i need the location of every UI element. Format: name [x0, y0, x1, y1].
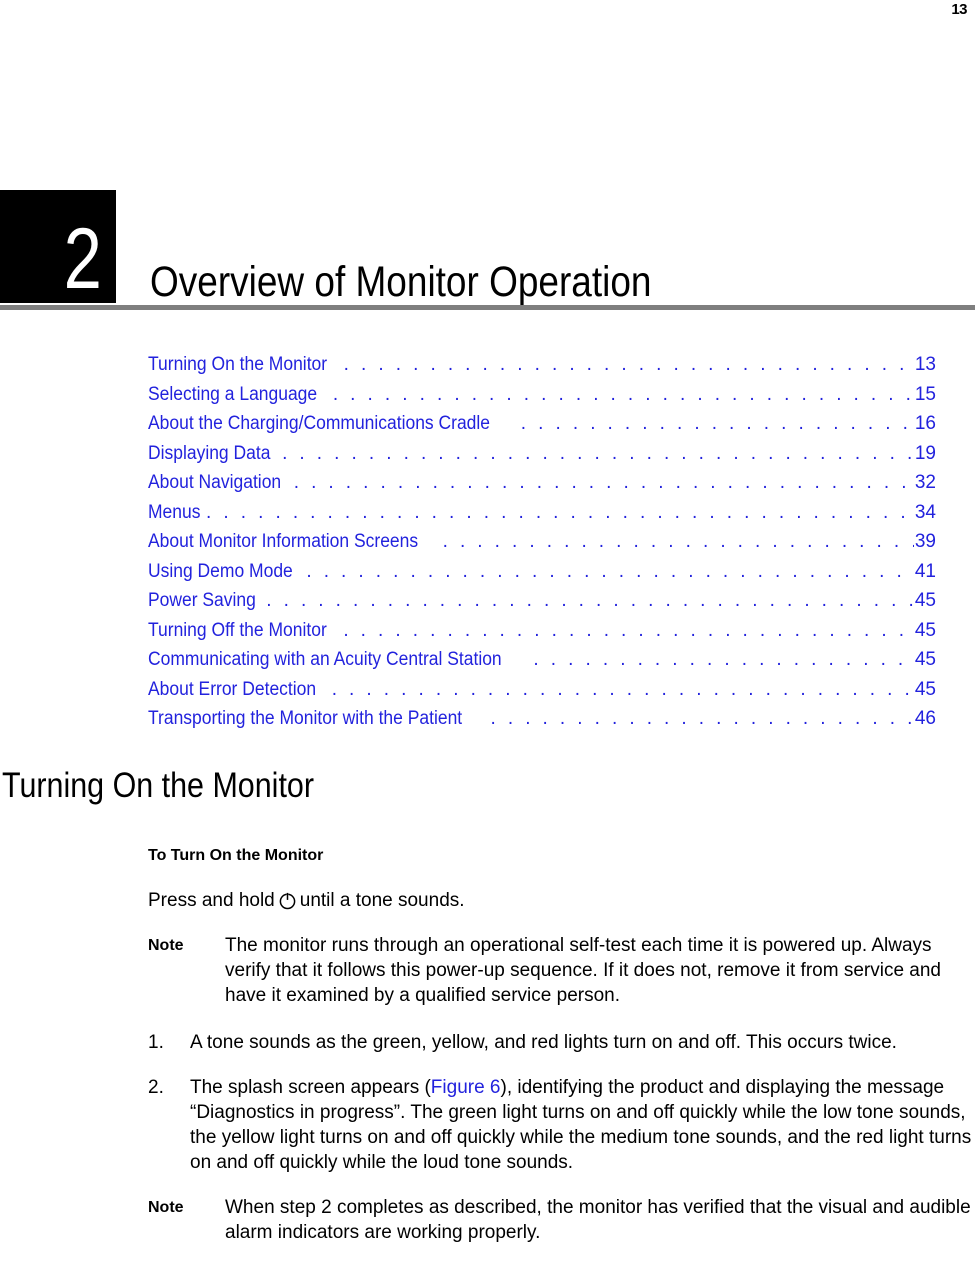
toc-leader-dots	[443, 527, 914, 557]
toc-entry-label: About the Charging/Communications Cradle	[148, 413, 491, 434]
toc-entry-label: Transporting the Monitor with the Patien…	[148, 708, 463, 729]
chapter-header-rule	[0, 305, 975, 310]
toc-entry-page: 16	[914, 413, 936, 434]
toc-entry-page: 45	[914, 649, 936, 670]
toc-entry-label: Turning Off the Monitor	[148, 619, 327, 641]
list-item-marker: 1.	[148, 1032, 164, 1053]
page-number: 13	[951, 1, 967, 18]
toc-entry-label: About Navigation	[148, 472, 282, 493]
toc-entry-label: About Monitor Information Screens	[148, 531, 419, 552]
toc-entry-label: Communicating with an Acuity Central Sta…	[148, 649, 502, 670]
procedure-instruction: Press and hold until a tone sounds.	[148, 888, 975, 913]
toc-entry-page: 13	[914, 354, 936, 375]
procedure-steps: 1. A tone sounds as the green, yellow, a…	[148, 1030, 975, 1175]
chapter-toc: Turning On the Monitor 13 Selecting a La…	[148, 350, 936, 734]
toc-entry-page: 45	[914, 619, 936, 641]
toc-entry-label: Displaying Data	[148, 442, 271, 464]
instruction-text-after: until a tone sounds.	[299, 890, 465, 911]
toc-leader-dots	[521, 409, 914, 439]
toc-entry-page: 39	[914, 531, 936, 552]
toc-leader-dots	[332, 675, 914, 705]
toc-entry-page: 46	[914, 708, 936, 729]
list-item: 1. A tone sounds as the green, yellow, a…	[148, 1030, 975, 1055]
toc-leader-dots	[306, 557, 914, 587]
toc-entry-page: 45	[914, 678, 936, 700]
list-item-text: The splash screen appears (Figure 6), id…	[190, 1075, 975, 1175]
toc-entry[interactable]: Turning On the Monitor 13	[148, 350, 936, 380]
toc-entry[interactable]: About Navigation 32	[148, 468, 936, 498]
procedure-subheading: To Turn On the Monitor	[148, 847, 324, 864]
toc-entry[interactable]: Displaying Data 19	[148, 439, 936, 469]
list-item: 2. The splash screen appears (Figure 6),…	[148, 1075, 975, 1175]
toc-entry-label: Using Demo Mode	[148, 560, 293, 582]
toc-entry[interactable]: Selecting a Language 15	[148, 380, 936, 410]
list-item-marker: 2.	[148, 1077, 164, 1098]
chapter-title: Overview of Monitor Operation	[150, 258, 652, 306]
toc-entry-label: Power Saving	[148, 590, 256, 611]
toc-entry-label: Menus	[148, 501, 201, 523]
toc-entry-label: About Error Detection	[148, 678, 317, 700]
list-item-text: A tone sounds as the green, yellow, and …	[190, 1032, 897, 1053]
toc-entry[interactable]: Power Saving 45	[148, 586, 936, 616]
toc-entry[interactable]: Transporting the Monitor with the Patien…	[148, 704, 936, 734]
toc-leader-dots	[206, 498, 914, 528]
toc-entry-label: Turning On the Monitor	[148, 354, 328, 375]
toc-entry-label: Selecting a Language	[148, 383, 318, 405]
toc-entry-page: 45	[914, 590, 936, 611]
figure-cross-reference-link[interactable]: Figure 6	[431, 1077, 501, 1098]
note-block: Note When step 2 completes as described,…	[148, 1195, 975, 1245]
toc-entry[interactable]: Turning Off the Monitor 45	[148, 616, 936, 646]
toc-entry-page: 15	[914, 383, 936, 405]
instruction-text-before: Press and hold	[148, 890, 275, 911]
toc-entry[interactable]: Using Demo Mode 41	[148, 557, 936, 587]
chapter-number-block: 2	[0, 190, 116, 303]
section-content: To Turn On the Monitor Press and hold unt…	[148, 845, 975, 1267]
note-text: The monitor runs through an operational …	[225, 935, 941, 1006]
toc-leader-dots	[343, 616, 914, 646]
chapter-number: 2	[63, 211, 102, 307]
toc-entry[interactable]: About Monitor Information Screens 39	[148, 527, 936, 557]
list-item-text-before-xref: The splash screen appears (	[190, 1077, 431, 1098]
power-icon	[278, 891, 297, 910]
toc-entry[interactable]: Communicating with an Acuity Central Sta…	[148, 645, 936, 675]
toc-leader-dots	[344, 350, 914, 380]
toc-leader-dots	[266, 586, 914, 616]
toc-entry-page: 34	[914, 501, 936, 523]
note-label: Note	[148, 1199, 184, 1216]
toc-entry-page: 32	[914, 472, 936, 493]
toc-entry-page: 19	[914, 442, 936, 464]
note-label: Note	[148, 937, 184, 954]
section-heading: Turning On the Monitor	[2, 766, 314, 805]
toc-entry[interactable]: Menus 34	[148, 498, 936, 528]
toc-leader-dots	[294, 468, 914, 498]
toc-leader-dots	[282, 439, 914, 469]
toc-leader-dots	[533, 645, 913, 675]
toc-entry[interactable]: About the Charging/Communications Cradle…	[148, 409, 936, 439]
chapter-header: 2 Overview of Monitor Operation	[0, 190, 975, 308]
note-block: Note The monitor runs through an operati…	[148, 933, 975, 1008]
toc-entry[interactable]: About Error Detection 45	[148, 675, 936, 705]
note-text: When step 2 completes as described, the …	[225, 1197, 971, 1243]
toc-entry-page: 41	[914, 560, 936, 582]
toc-leader-dots	[490, 704, 913, 734]
toc-leader-dots	[333, 380, 914, 410]
